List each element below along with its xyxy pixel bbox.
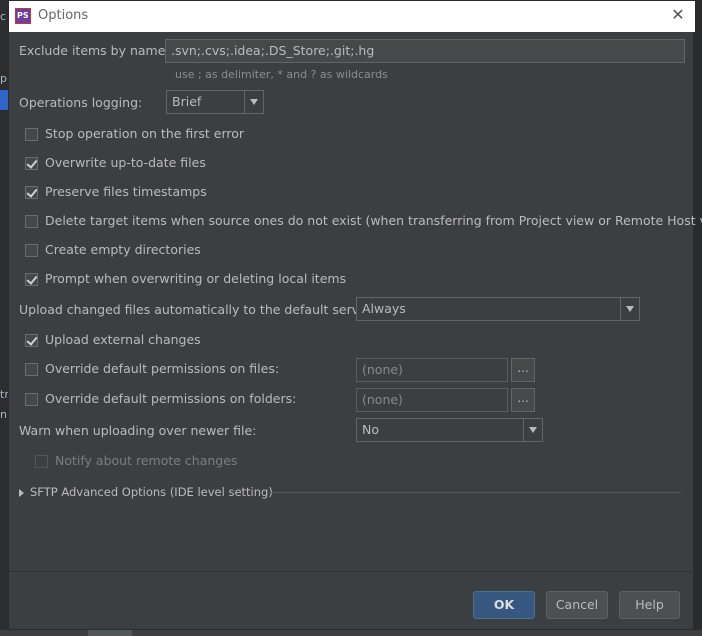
checkbox-label: Upload external changes (45, 332, 201, 347)
checkbox-box[interactable] (25, 334, 38, 347)
footer-divider (9, 571, 695, 572)
checkbox-box[interactable] (35, 455, 48, 468)
checkbox-box[interactable] (25, 186, 38, 199)
background-tab (88, 630, 132, 636)
cancel-button[interactable]: Cancel (546, 591, 608, 619)
exclude-items-label: Exclude items by name: (19, 43, 170, 58)
chevron-down-icon (244, 91, 263, 113)
dialog-title: Options (38, 8, 89, 23)
ok-button[interactable]: OK (473, 591, 535, 619)
checkbox-box[interactable] (25, 393, 38, 406)
permissions-folders-browse-button[interactable]: ... (511, 388, 535, 412)
permissions-files-input[interactable]: (none) (356, 358, 508, 382)
phpstorm-app-icon (15, 8, 31, 24)
checkbox-box[interactable] (25, 157, 38, 170)
options-dialog: Options ✕ Exclude items by name: .svn;.c… (8, 0, 702, 630)
checkbox-box[interactable] (25, 128, 38, 141)
checkbox-label: Delete target items when source ones do … (45, 213, 702, 228)
exclude-items-hint: use ; as delimiter, * and ? as wildcards (175, 68, 388, 81)
upload-auto-select[interactable]: Always (356, 297, 640, 321)
operations-logging-value: Brief (172, 94, 202, 109)
title-bar[interactable]: Options ✕ (9, 1, 695, 32)
checkbox-box[interactable] (25, 215, 38, 228)
operations-logging-label: Operations logging: (19, 95, 143, 110)
checkbox-label: Create empty directories (45, 242, 201, 257)
exclude-items-input[interactable]: .svn;.cvs;.idea;.DS_Store;.git;.hg (165, 39, 685, 63)
checkbox-label: Override default permissions on folders: (45, 391, 297, 406)
background-window-edge: c p tn n (0, 0, 11, 636)
permissions-files-browse-button[interactable]: ... (511, 358, 535, 382)
sftp-section-label[interactable]: SFTP Advanced Options (IDE level setting… (30, 485, 273, 499)
permissions-folders-input[interactable]: (none) (356, 388, 508, 412)
operations-logging-select[interactable]: Brief (166, 90, 264, 114)
section-divider (269, 492, 681, 493)
warn-newer-value: No (362, 422, 379, 437)
background-text-fragment: c (0, 10, 7, 23)
close-icon[interactable]: ✕ (669, 6, 687, 24)
background-text-fragment: n (0, 408, 7, 421)
checkbox-label: Notify about remote changes (55, 453, 238, 468)
background-text-fragment: p (0, 72, 7, 85)
checkbox-box[interactable] (25, 363, 38, 376)
upload-auto-value: Always (362, 301, 406, 316)
checkbox-label: Overwrite up-to-date files (45, 155, 206, 170)
checkbox-label: Prompt when overwriting or deleting loca… (45, 271, 347, 286)
sftp-advanced-section[interactable]: SFTP Advanced Options (IDE level setting… (19, 485, 681, 501)
checkbox-box[interactable] (25, 244, 38, 257)
help-button[interactable]: Help (619, 591, 680, 619)
chevron-down-icon (620, 298, 639, 320)
checkbox-box[interactable] (25, 273, 38, 286)
background-selection (0, 90, 8, 110)
checkbox-label: Override default permissions on files: (45, 361, 280, 376)
chevron-down-icon (523, 419, 542, 441)
warn-newer-select[interactable]: No (356, 418, 543, 442)
upload-auto-label: Upload changed files automatically to th… (19, 302, 372, 317)
checkbox-label: Stop operation on the first error (45, 126, 245, 141)
warn-newer-label: Warn when uploading over newer file: (19, 423, 257, 438)
chevron-right-icon[interactable] (19, 489, 24, 497)
checkbox-label: Preserve files timestamps (45, 184, 207, 199)
background-statusbar (0, 630, 702, 636)
